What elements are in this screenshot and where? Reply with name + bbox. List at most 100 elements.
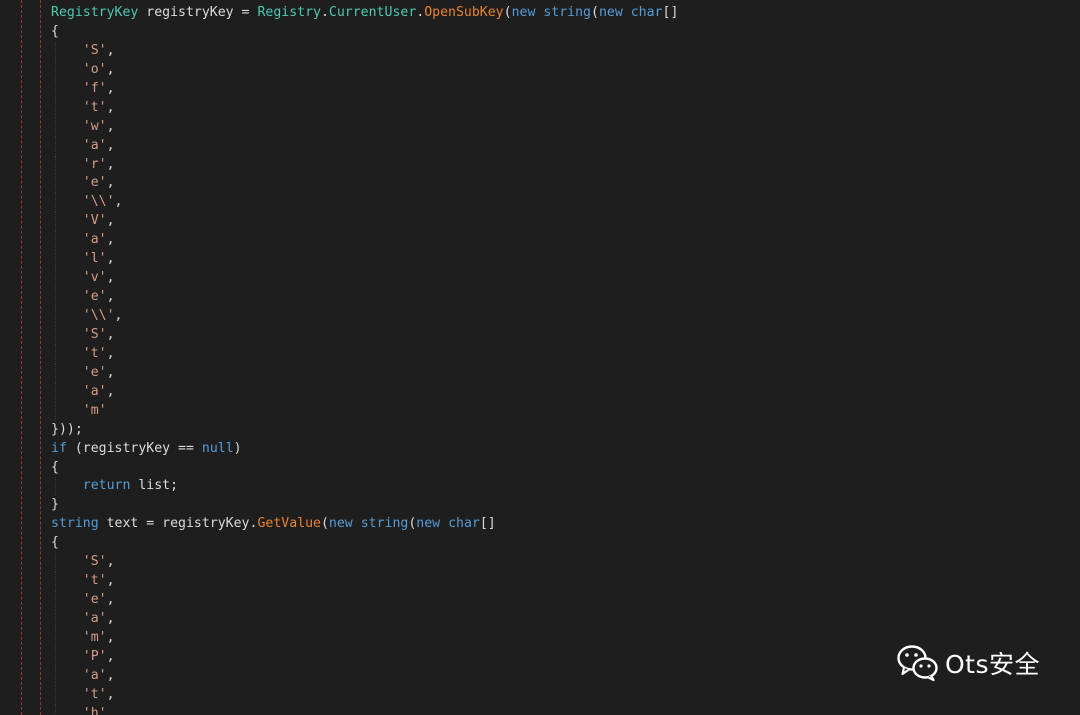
indent-guide-line: [40, 0, 41, 715]
indent-guide-dots: [55, 98, 56, 118]
code-line: 'e',: [51, 363, 678, 383]
code-token: 'a': [82, 137, 107, 153]
indent-guide-dots: [55, 704, 56, 715]
watermark: Ots安全: [897, 644, 1040, 682]
indent-guide-dots: [55, 666, 56, 686]
code-token: GetValue: [257, 516, 321, 532]
code-line: 'P',: [51, 647, 678, 667]
code-token: ,: [106, 270, 115, 286]
wechat-icon: [897, 644, 939, 682]
code-line: 'S',: [51, 325, 678, 345]
code-token: ,: [114, 194, 123, 210]
code-line: 'h': [51, 704, 678, 715]
code-token: []: [479, 516, 496, 532]
indent-guide-dots: [55, 288, 56, 307]
code-token: 'a': [82, 611, 107, 626]
code-token: ,: [106, 232, 115, 248]
code-token: ,: [106, 554, 115, 570]
code-token: 'P': [82, 648, 107, 664]
indent-guide-dots: [55, 647, 56, 667]
code-token: 't': [82, 686, 107, 702]
code-token: 'r': [82, 156, 107, 172]
code-token: 'v': [82, 270, 107, 286]
code-token: 't': [82, 345, 107, 361]
code-token: ,: [106, 80, 115, 96]
code-token: RegistryKey: [51, 5, 139, 20]
code-token: ,: [106, 686, 115, 702]
code-token: ,: [106, 667, 115, 683]
code-token: new: [416, 516, 441, 532]
code-token: 'e': [82, 592, 107, 608]
code-text-area[interactable]: RegistryKey registryKey = Registry.Curre…: [51, 4, 678, 715]
code-line: 'S',: [51, 41, 678, 61]
code-token: ,: [106, 345, 115, 361]
code-token: 'o': [82, 61, 107, 77]
code-token: 'h': [82, 705, 107, 715]
indent-guide-dots: [55, 572, 56, 592]
code-token: Registry: [257, 5, 321, 20]
code-line: 'm',: [51, 628, 678, 648]
code-line: 'e',: [51, 288, 678, 307]
code-line: {: [51, 23, 678, 42]
code-line: if (registryKey == null): [51, 440, 678, 459]
code-token: '\\': [82, 194, 115, 210]
code-token: {: [51, 23, 59, 39]
indent-guide-dots: [55, 477, 56, 497]
code-line: 'f',: [51, 79, 678, 99]
code-token: ,: [106, 251, 115, 267]
code-token: 'l': [82, 251, 107, 267]
code-line: 'l',: [51, 250, 678, 270]
code-token: string: [543, 5, 591, 20]
code-token: text = registryKey.: [98, 516, 258, 532]
code-token: 'S': [82, 42, 107, 58]
indent-guide-dots: [55, 382, 56, 402]
code-line: 't',: [51, 98, 678, 118]
code-token: {: [51, 459, 59, 475]
code-token: ,: [114, 308, 123, 323]
indent-guide-dots: [55, 79, 56, 99]
code-editor[interactable]: RegistryKey registryKey = Registry.Curre…: [0, 0, 1080, 715]
code-token: ,: [106, 611, 115, 626]
code-line: string text = registryKey.GetValue(new s…: [51, 515, 678, 534]
code-token: ,: [106, 42, 115, 58]
code-token: 'e': [82, 175, 107, 191]
code-token: if: [51, 440, 67, 456]
code-token: 'e': [82, 289, 107, 305]
indent-guide-dots: [55, 41, 56, 61]
code-token: OpenSubKey: [424, 5, 504, 20]
code-token: ,: [106, 175, 115, 191]
code-line: 'a',: [51, 136, 678, 156]
code-line: RegistryKey registryKey = Registry.Curre…: [51, 4, 678, 23]
code-token: ,: [106, 592, 115, 608]
indent-guide-dots: [55, 553, 56, 573]
code-token: ,: [106, 364, 115, 380]
code-token: ,: [106, 118, 115, 134]
code-token: char: [630, 5, 663, 20]
code-line: '\\',: [51, 193, 678, 213]
code-token: (: [320, 516, 329, 532]
watermark-text: Ots安全: [945, 650, 1041, 679]
code-token: ,: [106, 61, 115, 77]
code-line: 'V',: [51, 212, 678, 232]
code-token: string: [51, 516, 99, 532]
code-line: {: [51, 534, 678, 553]
code-line: 'a',: [51, 231, 678, 251]
indent-guide-dots: [55, 193, 56, 213]
indent-guide-dots: [55, 117, 56, 137]
code-token: }: [51, 497, 59, 513]
code-token: 't': [82, 573, 107, 589]
indent-guide-line: [21, 0, 22, 715]
code-line: 'r',: [51, 155, 678, 175]
code-token: 'V': [82, 213, 107, 229]
code-token: ,: [106, 289, 115, 305]
code-token: CurrentUser: [328, 5, 417, 20]
code-token: 'S': [82, 554, 107, 570]
code-token: 't': [82, 99, 107, 115]
code-token: ,: [106, 137, 115, 153]
code-token: 'e': [82, 364, 107, 380]
indent-guide-dots: [55, 212, 56, 232]
code-token: new: [511, 5, 536, 20]
code-line: 'a',: [51, 382, 678, 402]
